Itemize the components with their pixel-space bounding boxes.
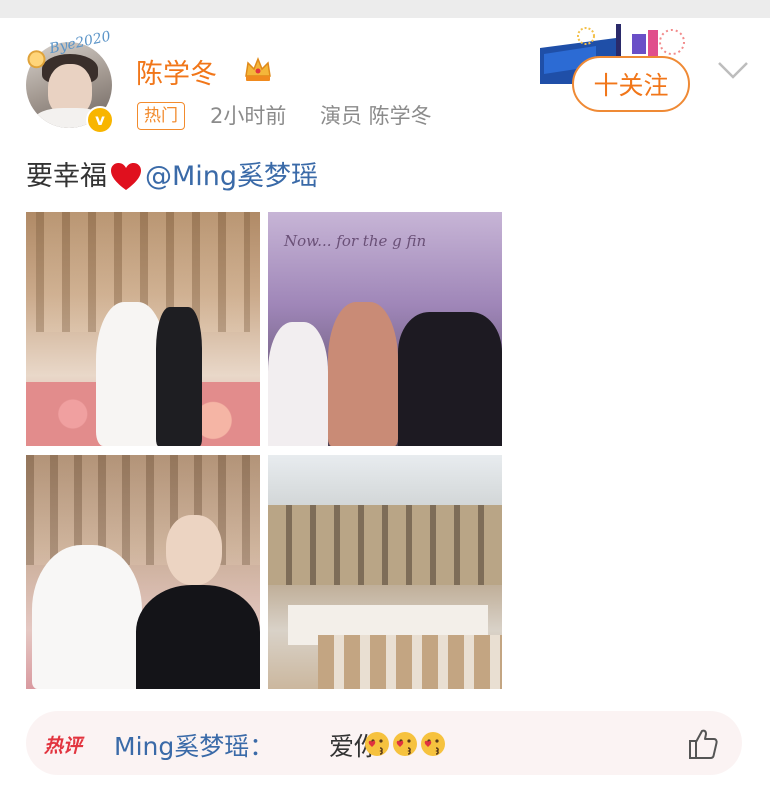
top-status-strip	[0, 0, 770, 18]
hot-comment[interactable]: 热评 Ming奚梦瑶： 爱你	[26, 711, 742, 775]
bride-selfie-photo[interactable]	[26, 455, 260, 689]
kiss-face-emoji-icon	[365, 732, 389, 756]
courtyard-building	[268, 505, 502, 585]
hot-badge: 热门	[137, 102, 185, 130]
post-source: 演员 陈学冬	[320, 104, 432, 128]
man-face	[166, 515, 222, 585]
comment-author-name: Ming奚梦瑶	[114, 732, 250, 761]
party-crowd-photo[interactable]: Now... for the g fin	[268, 212, 502, 446]
guest-silhouette	[268, 322, 328, 446]
crown-icon	[245, 56, 271, 81]
kiss-face-emoji-icon	[393, 732, 417, 756]
kiss-face-emoji-icon	[421, 732, 445, 756]
post-text-body: 要幸福	[26, 161, 107, 192]
comment-separator: ：	[249, 732, 275, 761]
bride-dress	[32, 545, 142, 689]
post-time: 2小时前	[210, 104, 287, 128]
red-heart-icon	[111, 163, 141, 190]
thumbs-up-icon[interactable]	[686, 727, 720, 761]
photo-screen-caption: Now... for the g fin	[284, 232, 427, 250]
guest-silhouette	[328, 302, 398, 446]
avatar-decoration-text: Bye2020	[48, 28, 113, 58]
comment-author[interactable]: Ming奚梦瑶：	[114, 727, 274, 763]
chairs-row	[318, 635, 502, 689]
mention-link[interactable]: @Ming奚梦瑶	[145, 158, 318, 196]
follow-button-label: 十关注	[593, 71, 669, 100]
courtyard-banquet-photo[interactable]	[268, 455, 502, 689]
man-in-suit	[136, 585, 260, 689]
wedding-kiss-photo[interactable]	[26, 212, 260, 446]
cathedral-arches	[26, 455, 260, 565]
follow-button[interactable]: 十关注	[572, 56, 690, 112]
post-text: 要幸福 @Ming奚梦瑶	[26, 158, 318, 196]
author-name[interactable]: 陈学冬	[136, 52, 217, 91]
chevron-down-icon[interactable]	[716, 58, 750, 82]
hot-comment-tag: 热评	[44, 735, 83, 757]
groom-suit	[156, 307, 202, 446]
guest-silhouette	[398, 312, 502, 446]
verified-badge-icon: v	[86, 106, 114, 134]
